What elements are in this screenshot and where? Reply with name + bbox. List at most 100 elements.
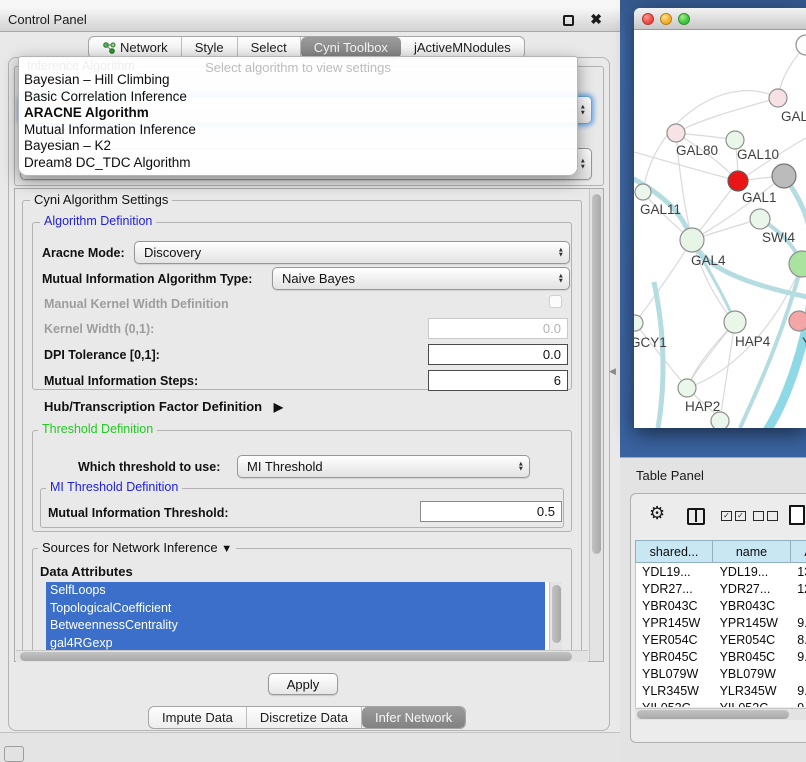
- tab-impute-data[interactable]: Impute Data: [149, 707, 247, 728]
- node-partial-bottom[interactable]: [711, 412, 729, 428]
- tab-network[interactable]: Network: [89, 37, 182, 58]
- node-gal1[interactable]: [750, 209, 770, 229]
- aracne-mode-combo[interactable]: Discovery ▲▼: [134, 241, 570, 264]
- table-row[interactable]: YBL079W YBL079W: [636, 665, 806, 682]
- settings-hscrollbar-thumb[interactable]: [20, 652, 572, 661]
- node-label: GAL80: [676, 143, 718, 158]
- combo-arrows-icon: ▲▼: [518, 461, 524, 472]
- attribute-item[interactable]: TopologicalCoefficient: [46, 600, 545, 618]
- select-all-checkboxes-icon[interactable]: ✓✓: [721, 511, 746, 521]
- mi-threshold-field[interactable]: 0.5: [420, 501, 562, 522]
- node-label: SWI4: [762, 230, 795, 245]
- popup-item[interactable]: Bayesian – K2: [19, 138, 577, 155]
- table-row[interactable]: YPR145W YPR145W 9.: [636, 614, 806, 631]
- node-partial-top[interactable]: [796, 35, 806, 55]
- settings-vscrollbar[interactable]: [589, 189, 603, 661]
- control-panel-titlebar: Control Panel ✖: [0, 8, 620, 32]
- cell-value: 9.: [791, 614, 806, 631]
- tab-discretize-data[interactable]: Discretize Data: [247, 707, 362, 728]
- table-row[interactable]: YLR345W YLR345W 9.: [636, 682, 806, 699]
- cell-shared-name: YPR145W: [636, 614, 714, 631]
- combo-arrows-icon: ▲▼: [580, 159, 586, 170]
- cell-name: YBR045C: [714, 648, 792, 665]
- node-gal-cut[interactable]: [769, 89, 787, 107]
- popup-item-selected[interactable]: ARACNE Algorithm: [19, 105, 577, 122]
- popup-item[interactable]: Dream8 DC_TDC Algorithm: [19, 155, 577, 172]
- table-hscrollbar[interactable]: [635, 708, 806, 720]
- tab-infer-network[interactable]: Infer Network: [362, 707, 465, 728]
- mi-steps-field[interactable]: 6: [428, 370, 568, 391]
- node-gray[interactable]: [772, 164, 796, 188]
- cell-value: 8.: [791, 631, 806, 648]
- kernel-width-field[interactable]: 0.0: [428, 318, 568, 339]
- network-labels: GAL GAL80 GAL10 GAL11 GAL1 SWI4 GAL4 GCY…: [634, 109, 806, 414]
- network-view-window: GAL GAL80 GAL10 GAL11 GAL1 SWI4 GAL4 GCY…: [634, 8, 806, 428]
- close-icon[interactable]: ✖: [590, 11, 602, 28]
- mi-type-combo[interactable]: Naive Bayes ▲▼: [272, 267, 570, 290]
- node-hap4[interactable]: [724, 311, 746, 333]
- node-gal11[interactable]: [635, 184, 651, 200]
- gear-icon[interactable]: ⚙: [649, 503, 665, 524]
- table-row[interactable]: YER054C YER054C 8.: [636, 631, 806, 648]
- attribute-item[interactable]: BetweennessCentrality: [46, 617, 545, 635]
- sources-group-title[interactable]: Sources for Network Inference ▼: [38, 540, 236, 555]
- bottom-tabs: Impute Data Discretize Data Infer Networ…: [148, 706, 466, 729]
- table-row[interactable]: YBR043C YBR043C: [636, 597, 806, 614]
- manual-kernel-checkbox[interactable]: [549, 295, 562, 308]
- table-row[interactable]: YIL052C YIL052C 9.: [636, 699, 806, 707]
- attribute-item[interactable]: SelfLoops: [46, 582, 545, 600]
- node-green-right[interactable]: [789, 251, 806, 277]
- table-row[interactable]: YBR045C YBR045C 9.: [636, 648, 806, 665]
- close-traffic-light-icon[interactable]: [642, 13, 654, 25]
- column-header-name[interactable]: name: [713, 540, 791, 563]
- cell-value: 9.: [791, 682, 806, 699]
- node-gcy1[interactable]: [634, 315, 643, 331]
- settings-hscrollbar[interactable]: [16, 650, 588, 662]
- algorithm-dropdown-popup: Select algorithm to view settings Bayesi…: [18, 56, 578, 176]
- column-header-shared-name[interactable]: shared...: [635, 540, 713, 563]
- deselect-all-checkboxes-icon[interactable]: [753, 511, 778, 521]
- network-window-titlebar[interactable]: [634, 8, 806, 30]
- mi-threshold-value: 0.5: [537, 504, 555, 519]
- popup-item[interactable]: Mutual Information Inference: [19, 122, 577, 139]
- cell-value: 12: [791, 580, 806, 597]
- threshold-definition-title: Threshold Definition: [38, 422, 157, 436]
- tab-jactivemnodules[interactable]: jActiveMNodules: [401, 37, 524, 58]
- popup-item[interactable]: Basic Correlation Inference: [19, 89, 577, 106]
- column-header-cut[interactable]: A: [791, 540, 806, 563]
- node-gal4[interactable]: [680, 228, 704, 252]
- columns-icon[interactable]: [687, 508, 705, 525]
- table-row[interactable]: YDR27... YDR27... 12: [636, 580, 806, 597]
- which-threshold-value: MI Threshold: [247, 459, 323, 474]
- tab-style-label: Style: [195, 40, 224, 55]
- dpi-tolerance-field[interactable]: 0.0: [428, 344, 568, 365]
- attributes-scrollbar[interactable]: [549, 582, 562, 656]
- zoom-traffic-light-icon[interactable]: [678, 13, 690, 25]
- node-label: GCY1: [634, 335, 667, 350]
- tab-cyni-toolbox[interactable]: Cyni Toolbox: [301, 37, 401, 58]
- node-red[interactable]: [728, 171, 748, 191]
- table-row[interactable]: YDL19... YDL19... 13: [636, 563, 806, 580]
- attributes-scrollbar-thumb[interactable]: [552, 585, 561, 643]
- settings-vscrollbar-thumb[interactable]: [592, 194, 601, 554]
- cell-value: [791, 597, 806, 614]
- tab-infer-network-label: Infer Network: [375, 710, 452, 725]
- node-hap2[interactable]: [678, 379, 696, 397]
- network-canvas[interactable]: GAL GAL80 GAL10 GAL11 GAL1 SWI4 GAL4 GCY…: [634, 30, 806, 428]
- node-gal80[interactable]: [667, 124, 685, 142]
- tab-select[interactable]: Select: [238, 37, 301, 58]
- which-threshold-combo[interactable]: MI Threshold ▲▼: [237, 455, 530, 478]
- aracne-mode-value: Discovery: [144, 245, 201, 260]
- taskbar-mini-button[interactable]: [4, 746, 24, 762]
- table-hscrollbar-thumb[interactable]: [637, 710, 789, 719]
- popup-prompt: Select algorithm to view settings: [19, 57, 577, 72]
- panel-collapse-icon[interactable]: ◀: [609, 366, 616, 377]
- hub-section-toggle[interactable]: Hub/Transcription Factor Definition ▶: [44, 399, 283, 414]
- apply-button[interactable]: Apply: [268, 673, 338, 695]
- node-pink-right[interactable]: [789, 311, 806, 331]
- document-icon[interactable]: [789, 505, 805, 525]
- tab-style[interactable]: Style: [182, 37, 238, 58]
- cell-name: YDR27...: [714, 580, 792, 597]
- float-window-icon[interactable]: [563, 15, 574, 26]
- minimize-traffic-light-icon[interactable]: [660, 13, 672, 25]
